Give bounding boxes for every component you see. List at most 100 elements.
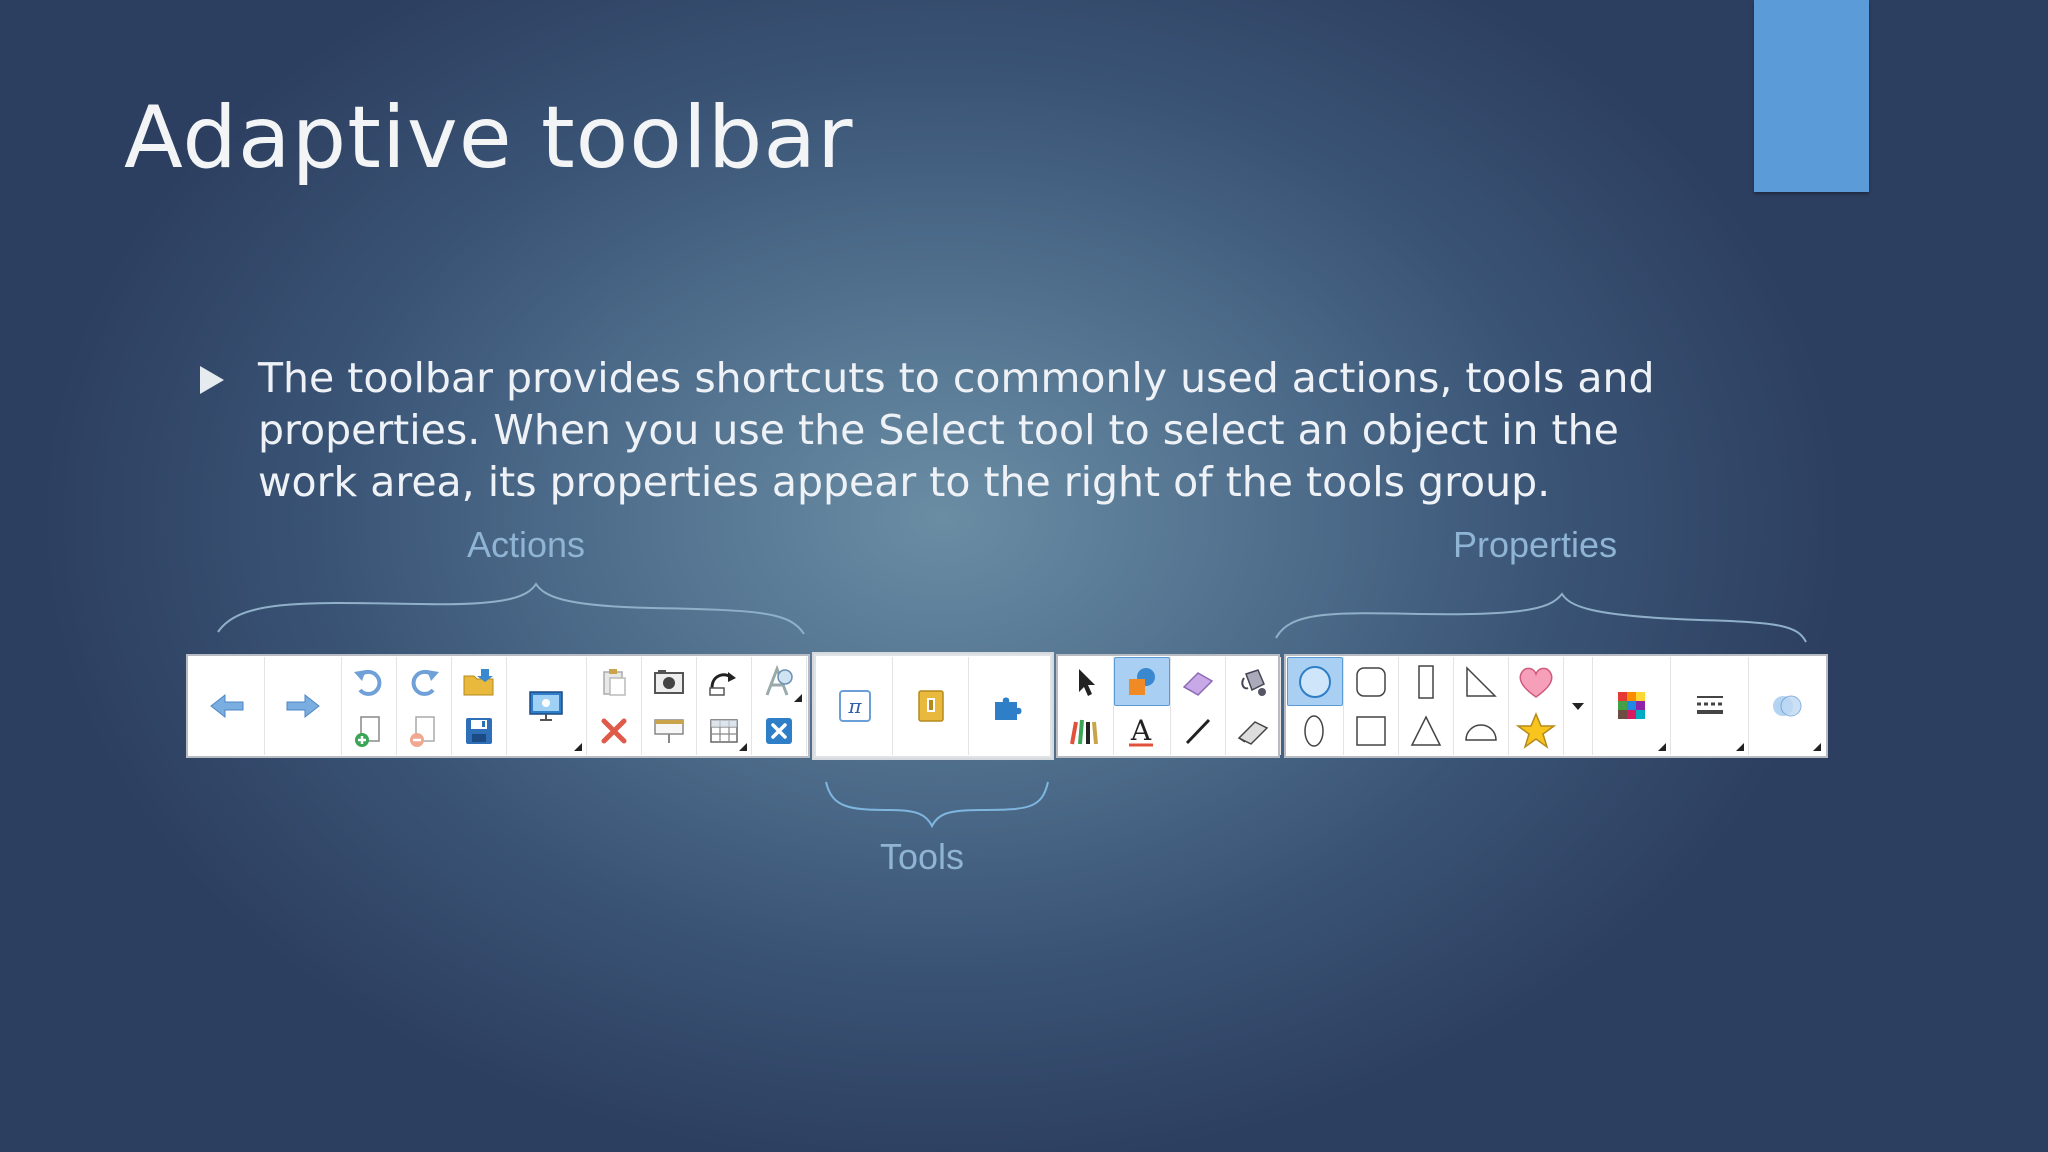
- close-icon: [766, 717, 792, 744]
- ellipse-shape-icon: [1304, 714, 1324, 747]
- triangle-shape-icon: [1410, 714, 1442, 746]
- ellipse-shape-button[interactable]: [1287, 706, 1341, 755]
- square-shape-button[interactable]: [1344, 706, 1398, 755]
- screen-capture-icon: [654, 669, 684, 694]
- forward-button[interactable]: [265, 657, 342, 755]
- add-on-icon: [917, 690, 944, 722]
- open-file-icon: [463, 668, 494, 695]
- undo-icon: [353, 669, 382, 696]
- properties-label: Properties: [1453, 524, 1618, 565]
- line-button[interactable]: [1171, 706, 1225, 755]
- add-page-icon: [354, 715, 380, 747]
- redo-button[interactable]: [397, 657, 451, 706]
- open-file-button[interactable]: [452, 657, 506, 706]
- right-triangle-shape-icon: [1466, 665, 1497, 697]
- display-screen-icon: [529, 691, 564, 721]
- close-button[interactable]: [752, 706, 806, 755]
- redo-icon: [411, 669, 439, 696]
- eraser-icon: [1182, 671, 1214, 696]
- line-style-button[interactable]: [1671, 657, 1750, 755]
- document-camera-button[interactable]: [752, 657, 806, 706]
- delete-page-icon: [409, 715, 435, 747]
- square-shape-icon: [1356, 715, 1386, 746]
- tools-brace: [825, 781, 1049, 829]
- triangle-shape-button[interactable]: [1399, 706, 1453, 755]
- circle-shape-icon: [1299, 665, 1331, 698]
- semicircle-shape-icon: [1465, 723, 1497, 741]
- tools-label: Tools: [880, 836, 965, 877]
- text-icon: A: [1129, 714, 1153, 747]
- line-icon: [1185, 718, 1211, 744]
- tools-group: π: [814, 654, 1052, 758]
- paste-icon: [603, 668, 626, 696]
- svg-text:π: π: [847, 694, 862, 718]
- magic-eraser-button[interactable]: [1226, 706, 1280, 755]
- insert-table-button[interactable]: [697, 706, 751, 755]
- rounded-rect-shape-button[interactable]: [1344, 657, 1398, 706]
- select-arrow-icon: [1079, 668, 1095, 696]
- rounded-rect-shape-icon: [1356, 666, 1386, 697]
- eraser-button[interactable]: [1171, 657, 1225, 706]
- more-shapes-dropdown-icon: [1572, 703, 1585, 710]
- undo-button[interactable]: [342, 657, 396, 706]
- properties-group: [1284, 654, 1828, 758]
- star-shape-icon: [1516, 711, 1556, 749]
- screen-shade-icon: [654, 718, 684, 743]
- save-button[interactable]: [452, 706, 506, 755]
- bullet-text: The toolbar provides shortcuts to common…: [258, 354, 1655, 506]
- transparency-icon: [1773, 695, 1802, 717]
- puzzle-piece-button[interactable]: [969, 657, 1047, 755]
- bullet-arrow-icon: [200, 366, 224, 394]
- text-button[interactable]: A: [1114, 706, 1168, 755]
- select-button[interactable]: [1059, 657, 1113, 706]
- screen-shade-button[interactable]: [642, 706, 696, 755]
- forward-arrow-icon: [286, 693, 320, 719]
- screen-capture-button[interactable]: [642, 657, 696, 706]
- pens-button[interactable]: [1059, 706, 1113, 755]
- shapes-button[interactable]: [1114, 657, 1170, 706]
- delete-button[interactable]: [587, 706, 641, 755]
- magic-eraser-icon: [1237, 720, 1269, 745]
- adaptive-toolbar: π A: [186, 654, 1828, 758]
- color-palette-button[interactable]: [1593, 657, 1672, 755]
- tall-rect-shape-button[interactable]: [1399, 657, 1453, 706]
- delete-icon: [601, 718, 627, 743]
- back-arrow-icon: [209, 693, 244, 719]
- circle-shape-button[interactable]: [1287, 657, 1343, 706]
- add-page-button[interactable]: [342, 706, 396, 755]
- back-button[interactable]: [189, 657, 266, 755]
- delete-page-button[interactable]: [397, 706, 451, 755]
- tall-rect-shape-icon: [1418, 664, 1434, 699]
- color-palette-icon: [1617, 692, 1645, 719]
- full-screen-button[interactable]: [697, 657, 751, 706]
- fill-icon: [1241, 668, 1266, 696]
- document-camera-icon: [765, 664, 793, 696]
- insert-table-icon: [710, 718, 738, 743]
- right-triangle-shape-button[interactable]: [1454, 657, 1508, 706]
- fill-button[interactable]: [1226, 657, 1280, 706]
- math-tools-button[interactable]: π: [817, 657, 893, 755]
- actions-label: Actions: [467, 524, 586, 565]
- semicircle-shape-button[interactable]: [1454, 706, 1508, 755]
- paste-button[interactable]: [587, 657, 641, 706]
- full-screen-icon: [709, 671, 736, 696]
- add-on-button[interactable]: [893, 657, 969, 755]
- more-shapes-dropdown[interactable]: [1564, 657, 1594, 755]
- line-style-icon: [1696, 696, 1723, 714]
- properties-brace: [1275, 592, 1807, 643]
- display-screen-button[interactable]: [507, 657, 587, 755]
- accent-rectangle: [1754, 0, 1869, 192]
- puzzle-piece-icon: [995, 697, 1022, 720]
- slide-title: Adaptive toolbar: [124, 88, 854, 188]
- actions-group: [186, 654, 810, 758]
- drawing-tools-group: A: [1056, 654, 1281, 758]
- save-icon: [465, 717, 492, 744]
- star-shape-button[interactable]: [1509, 706, 1563, 755]
- shapes-icon: [1129, 667, 1155, 695]
- transparency-button[interactable]: [1749, 657, 1825, 755]
- actions-brace: [217, 582, 805, 635]
- heart-shape-icon: [1519, 667, 1553, 698]
- pens-icon: [1070, 719, 1098, 744]
- math-tools-icon: π: [838, 690, 871, 722]
- heart-shape-button[interactable]: [1509, 657, 1563, 706]
